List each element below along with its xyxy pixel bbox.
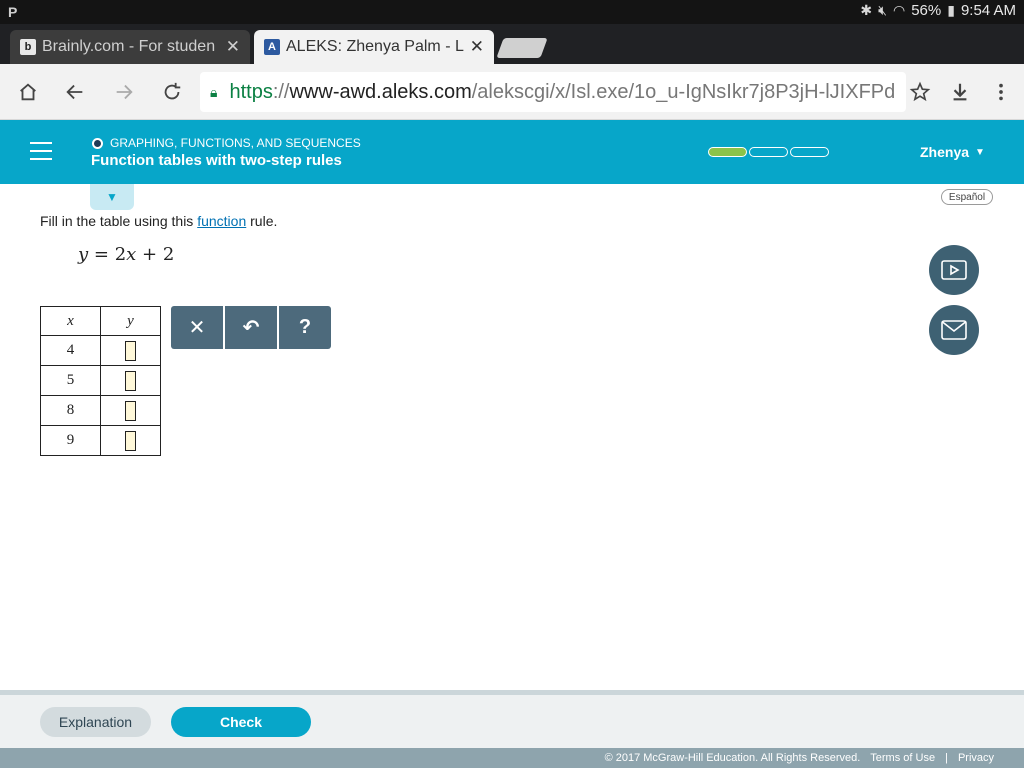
video-button[interactable] xyxy=(929,245,979,295)
language-toggle[interactable]: Español xyxy=(941,189,993,205)
hamburger-menu-icon[interactable] xyxy=(30,142,52,160)
y-answer-cell xyxy=(100,425,161,456)
topic-dot-icon xyxy=(92,137,103,149)
mute-icon: 🔇︎ xyxy=(878,2,887,18)
aleks-header: GRAPHING, FUNCTIONS, AND SEQUENCES Funct… xyxy=(0,120,1024,184)
aleks-favicon-icon: A xyxy=(264,39,280,55)
browser-toolbar: 🔒︎ https://www-awd.aleks.com/alekscgi/x/… xyxy=(0,64,1024,120)
x-value: 4 xyxy=(40,335,101,366)
terms-link[interactable]: Terms of Use xyxy=(870,752,935,764)
y-answer-input[interactable] xyxy=(125,400,136,421)
progress-bar xyxy=(708,147,829,157)
bluetooth-icon: ✱ xyxy=(860,2,873,18)
browser-tab-strip: b Brainly.com - For studen ✕ A ALEKS: Zh… xyxy=(0,24,1024,64)
clear-button[interactable]: ✕ xyxy=(171,306,223,349)
url-text: https://www-awd.aleks.com/alekscgi/x/Isl… xyxy=(229,80,896,103)
tab-title: ALEKS: Zhenya Palm - L xyxy=(286,38,464,55)
table-header-x: x xyxy=(40,306,101,336)
footer-separator: | xyxy=(945,752,948,764)
star-icon xyxy=(909,81,931,102)
brainly-favicon-icon: b xyxy=(20,39,36,55)
message-button[interactable] xyxy=(929,305,979,355)
table-header-y: y xyxy=(100,306,161,336)
home-icon xyxy=(20,83,36,101)
progress-segment xyxy=(708,147,747,157)
table-row: 5 xyxy=(40,365,161,396)
y-answer-input[interactable] xyxy=(125,370,136,391)
progress-segment xyxy=(790,147,829,157)
progress-segment xyxy=(749,147,788,157)
topic-dropdown-toggle[interactable]: ▼ xyxy=(90,184,134,210)
copyright-text: © 2017 McGraw-Hill Education. All Rights… xyxy=(604,752,861,764)
function-table: x y 4 5 8 9 xyxy=(40,306,161,456)
y-answer-input[interactable] xyxy=(125,430,136,451)
table-row: 4 xyxy=(40,335,161,366)
problem-prompt: Fill in the table using this function ru… xyxy=(40,213,278,229)
check-button[interactable]: Check xyxy=(171,707,311,737)
function-rule: y = 2x + 2 xyxy=(78,244,175,265)
undo-icon: ↶ xyxy=(242,317,260,339)
topic-row: GRAPHING, FUNCTIONS, AND SEQUENCES xyxy=(92,136,361,150)
topic-title: GRAPHING, FUNCTIONS, AND SEQUENCES xyxy=(110,136,361,150)
tab-close-icon[interactable]: ✕ xyxy=(470,37,484,57)
back-button[interactable] xyxy=(61,78,89,106)
x-value: 9 xyxy=(40,425,101,456)
battery-icon: ▮ xyxy=(947,2,955,18)
arrow-right-icon xyxy=(116,84,133,100)
browser-tab-aleks[interactable]: A ALEKS: Zhenya Palm - L ✕ xyxy=(254,30,494,64)
lock-icon: 🔒︎ xyxy=(210,83,218,100)
table-row: 9 xyxy=(40,425,161,456)
reload-button[interactable] xyxy=(158,78,186,106)
x-value: 8 xyxy=(40,395,101,426)
explanation-button[interactable]: Explanation xyxy=(40,707,151,737)
lesson-title: Function tables with two-step rules xyxy=(91,152,342,169)
caret-down-icon: ▼ xyxy=(975,146,985,158)
tab-title: Brainly.com - For studen xyxy=(42,38,216,55)
user-menu[interactable]: Zhenya ▼ xyxy=(920,144,985,160)
close-icon: ✕ xyxy=(188,317,206,339)
privacy-link[interactable]: Privacy xyxy=(958,752,994,764)
y-answer-input[interactable] xyxy=(125,340,136,361)
reload-icon xyxy=(164,82,181,100)
app-notification-icon: P xyxy=(8,4,18,20)
download-button[interactable] xyxy=(946,78,974,106)
bookmark-button[interactable] xyxy=(906,78,934,106)
function-link[interactable]: function xyxy=(197,213,246,229)
menu-button[interactable] xyxy=(987,78,1015,106)
battery-level: 56% xyxy=(911,2,942,19)
forward-button[interactable] xyxy=(110,78,138,106)
address-bar[interactable]: 🔒︎ https://www-awd.aleks.com/alekscgi/x/… xyxy=(200,72,906,112)
undo-button[interactable]: ↶ xyxy=(225,306,277,349)
copyright-bar: © 2017 McGraw-Hill Education. All Rights… xyxy=(0,748,1024,768)
clock: 9:54 AM xyxy=(960,2,1016,19)
more-vert-icon xyxy=(999,83,1003,101)
status-bar: P ✱ 🔇︎ ◠ 56% ▮ 9:54 AM xyxy=(0,0,1024,24)
new-tab-button[interactable] xyxy=(496,38,548,58)
download-icon xyxy=(953,83,967,101)
table-row: 8 xyxy=(40,395,161,426)
y-answer-cell xyxy=(100,365,161,396)
tab-close-icon[interactable]: ✕ xyxy=(226,37,240,57)
y-answer-cell xyxy=(100,335,161,366)
y-answer-cell xyxy=(100,395,161,426)
chevron-down-icon: ▼ xyxy=(106,190,118,204)
arrow-left-icon xyxy=(66,84,83,100)
home-button[interactable] xyxy=(14,78,42,106)
help-icon: ? xyxy=(298,316,312,338)
help-button[interactable]: ? xyxy=(279,306,331,349)
footer-bar xyxy=(0,690,1024,748)
answer-tools: ✕ ↶ ? xyxy=(171,306,331,349)
wifi-icon: ◠ xyxy=(892,2,906,18)
x-value: 5 xyxy=(40,365,101,396)
browser-tab-brainly[interactable]: b Brainly.com - For studen ✕ xyxy=(10,30,250,64)
mail-icon xyxy=(941,320,967,340)
status-icons: ✱ 🔇︎ ◠ 56% ▮ 9:54 AM xyxy=(860,2,1016,19)
user-name: Zhenya xyxy=(920,144,970,160)
video-play-icon xyxy=(941,260,967,280)
